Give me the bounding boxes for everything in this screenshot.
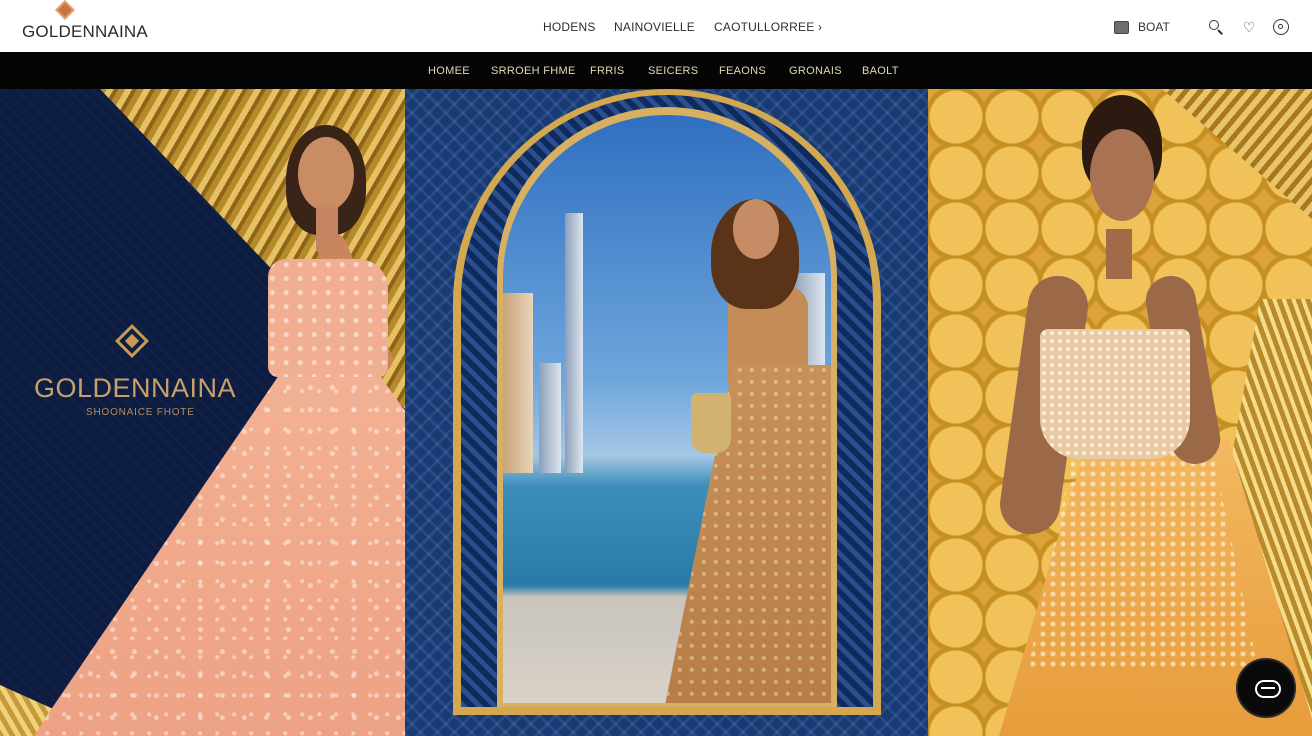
- city-skyline-image: [503, 115, 831, 703]
- account-icon[interactable]: [1273, 19, 1289, 35]
- nav-link-nainovielle[interactable]: NAINOVIELLE: [614, 20, 695, 34]
- cart-icon: [1114, 21, 1129, 34]
- brand-logo[interactable]: GOLDENNAINA: [22, 0, 152, 49]
- category-bar: HOMEE SRROEH FHME FRRIS SEICERS FEAONS G…: [0, 52, 1312, 89]
- chat-button[interactable]: [1236, 658, 1296, 718]
- hero-panel-right[interactable]: [928, 89, 1312, 736]
- diamond-logo-icon: [55, 0, 75, 20]
- category-link-feaons[interactable]: FEAONS: [719, 65, 766, 77]
- brand-name: GOLDENNAINA: [22, 22, 148, 41]
- cart-label: BOAT: [1138, 20, 1170, 34]
- category-link-gronais[interactable]: GRONAIS: [789, 65, 842, 77]
- hero-brand-name: GOLDENNAINA: [34, 373, 237, 403]
- category-link-srroeh-fhme[interactable]: SRROEH FHME: [491, 65, 576, 77]
- search-icon[interactable]: [1208, 19, 1224, 35]
- category-link-homee[interactable]: HOMEE: [428, 65, 470, 77]
- category-link-baolt[interactable]: BAOLT: [862, 65, 899, 77]
- hero-panel-left[interactable]: GOLDENNAINA SHOONAICE FHOTE: [0, 89, 405, 736]
- hero-banner[interactable]: GOLDENNAINA SHOONAICE FHOTE: [0, 89, 1312, 736]
- hero-panel-center[interactable]: [405, 89, 928, 736]
- category-link-seicers[interactable]: SEICERS: [648, 65, 698, 77]
- brand-emblem-icon: [112, 321, 152, 361]
- nav-link-hodens[interactable]: HODENS: [543, 20, 596, 34]
- nav-link-caotullorree[interactable]: CAOTULLORREE ›: [714, 20, 822, 34]
- gold-foil-corner: [1162, 89, 1312, 219]
- hero-tagline: SHOONAICE FHOTE: [86, 407, 195, 418]
- chat-icon: [1255, 680, 1281, 698]
- site-header: GOLDENNAINA HODENS NAINOVIELLE CAOTULLOR…: [0, 0, 1312, 52]
- heart-icon[interactable]: ♡: [1241, 19, 1257, 35]
- category-link-frris[interactable]: FRRIS: [590, 65, 625, 77]
